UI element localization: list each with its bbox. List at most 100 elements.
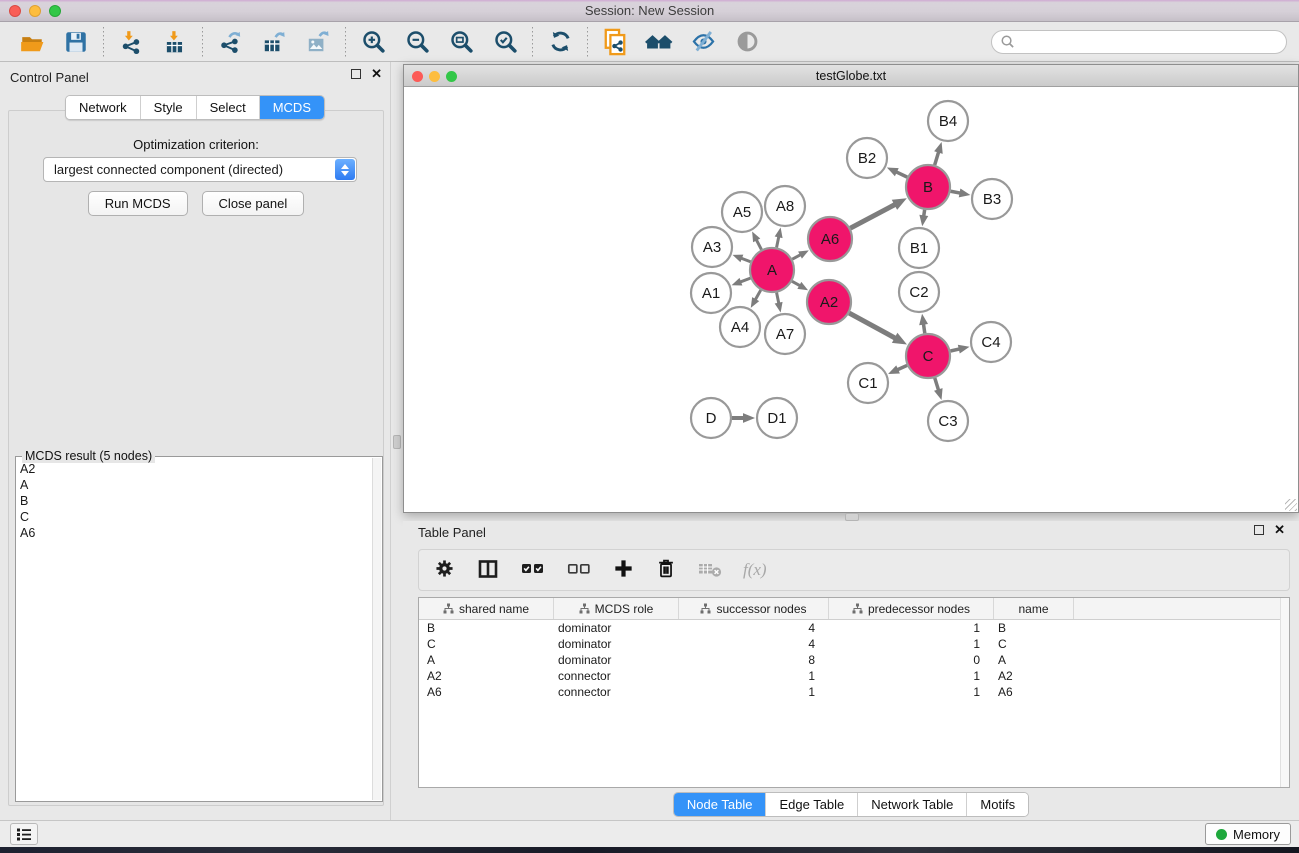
tab-node-table[interactable]: Node Table [674,793,767,816]
table-cell[interactable]: 1 [829,669,994,683]
splitter-handle[interactable] [845,513,859,521]
export-image-button[interactable] [296,25,340,59]
table-cell[interactable]: A [994,653,1074,667]
table-cell[interactable]: dominator [554,621,679,635]
memory-button[interactable]: Memory [1205,823,1291,845]
show-column-button[interactable] [476,557,500,584]
table-cell[interactable]: C [994,637,1074,651]
graph-edge[interactable] [935,378,939,391]
tab-edge-table[interactable]: Edge Table [766,793,858,816]
table-settings-button[interactable] [433,557,456,583]
column-header-mcds-role[interactable]: MCDS role [554,598,679,619]
tab-style[interactable]: Style [141,96,197,119]
close-panel-icon[interactable]: ✕ [371,69,382,79]
graph-edge[interactable] [849,313,896,339]
search-input[interactable] [1015,35,1278,49]
import-network-button[interactable] [109,25,153,59]
table-header-row: shared name MCDS role successor nodes [419,598,1289,620]
table-scrollbar[interactable] [1280,598,1289,787]
table-cell[interactable]: B [994,621,1074,635]
delete-table-button[interactable] [697,559,723,582]
home-button[interactable] [637,25,681,59]
table-row[interactable]: Adominator80A [419,652,1289,668]
search-box[interactable] [991,30,1287,54]
close-panel-icon[interactable]: ✕ [1274,525,1285,535]
select-all-button[interactable] [520,559,546,582]
delete-row-button[interactable] [655,557,677,583]
tab-mcds[interactable]: MCDS [260,96,324,119]
tab-select[interactable]: Select [197,96,260,119]
mcds-result-item[interactable]: A2 [20,461,370,477]
mcds-result-item[interactable]: B [20,493,370,509]
mcds-result-item[interactable]: A [20,477,370,493]
graph-edge-arrowhead [887,167,899,176]
deselect-all-button[interactable] [566,559,592,582]
zoom-out-button[interactable] [395,25,439,59]
graph-edge[interactable] [935,151,939,165]
run-mcds-button[interactable]: Run MCDS [88,191,188,216]
hide-panel-button[interactable] [681,25,725,59]
network-window-titlebar[interactable]: testGlobe.txt [404,65,1298,87]
float-panel-icon[interactable] [351,69,361,79]
tab-motifs[interactable]: Motifs [967,793,1028,816]
mcds-result-item[interactable]: C [20,509,370,525]
table-row[interactable]: A2connector11A2 [419,668,1289,684]
graph-edge[interactable] [850,204,896,228]
table-cell[interactable]: A6 [419,685,554,699]
hierarchy-icon [443,603,454,614]
float-panel-icon[interactable] [1254,525,1264,535]
zoom-in-button[interactable] [351,25,395,59]
table-cell[interactable]: A [419,653,554,667]
mcds-result-item[interactable]: A6 [20,525,370,541]
column-header-predecessor-nodes[interactable]: predecessor nodes [829,598,994,619]
table-cell[interactable]: 4 [679,621,829,635]
table-cell[interactable]: 1 [829,685,994,699]
table-cell[interactable]: 1 [679,685,829,699]
table-cell[interactable]: 1 [829,621,994,635]
task-history-button[interactable] [10,823,38,845]
import-table-button[interactable] [153,25,197,59]
column-header-successor-nodes[interactable]: successor nodes [679,598,829,619]
network-canvas[interactable]: B4B2BB3A8A5A6A3B1AC2A1A2A4A7C4CC1C3DD1 [404,87,1298,512]
table-row[interactable]: Cdominator41C [419,636,1289,652]
zoom-fit-button[interactable] [439,25,483,59]
vertical-splitter[interactable] [391,62,403,820]
table-cell[interactable]: 8 [679,653,829,667]
export-table-button[interactable] [252,25,296,59]
column-header-shared-name[interactable]: shared name [419,598,554,619]
table-cell[interactable]: connector [554,685,679,699]
table-row[interactable]: A6connector11A6 [419,684,1289,700]
table-cell[interactable]: connector [554,669,679,683]
tab-network[interactable]: Network [66,96,141,119]
network-file-button[interactable] [593,25,637,59]
table-cell[interactable]: C [419,637,554,651]
zoom-selected-button[interactable] [483,25,527,59]
refresh-button[interactable] [538,25,582,59]
graph-node-label: B3 [983,191,1001,208]
table-cell[interactable]: dominator [554,637,679,651]
table-cell[interactable]: 4 [679,637,829,651]
optimization-criterion-dropdown[interactable]: largest connected component (directed) [43,157,357,182]
table-row[interactable]: Bdominator41B [419,620,1289,636]
show-panel-button[interactable] [725,25,769,59]
table-cell[interactable]: 0 [829,653,994,667]
add-row-button[interactable] [612,557,635,583]
close-panel-button[interactable]: Close panel [202,191,305,216]
function-builder-button[interactable]: f(x) [743,560,767,580]
save-session-button[interactable] [54,25,98,59]
column-header-name[interactable]: name [994,598,1074,619]
table-cell[interactable]: 1 [829,637,994,651]
splitter-handle[interactable] [393,435,401,449]
table-cell[interactable]: A2 [419,669,554,683]
export-network-button[interactable] [208,25,252,59]
tab-network-table[interactable]: Network Table [858,793,967,816]
table-cell[interactable]: A2 [994,669,1074,683]
table-cell[interactable]: A6 [994,685,1074,699]
graph-edge[interactable] [895,171,907,177]
table-cell[interactable]: 1 [679,669,829,683]
open-session-button[interactable] [10,25,54,59]
resize-grip-icon[interactable] [1285,499,1297,511]
mcds-result-scrollbar[interactable] [372,458,381,800]
table-cell[interactable]: B [419,621,554,635]
table-cell[interactable]: dominator [554,653,679,667]
